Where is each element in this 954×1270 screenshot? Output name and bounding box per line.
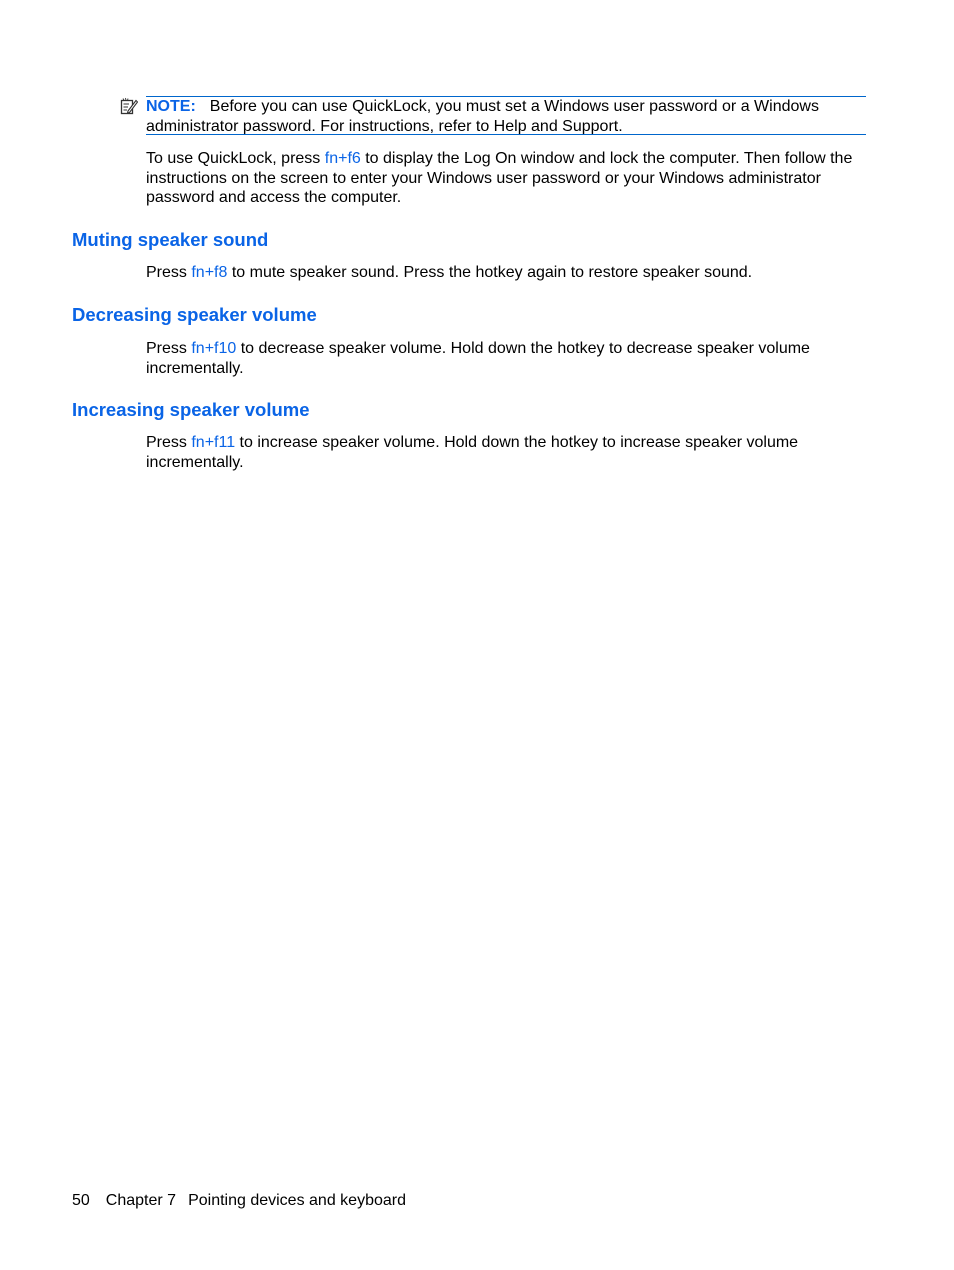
decreasing-paragraph: Press fn+f10 to decrease speaker volume.…: [146, 339, 866, 378]
note-text: NOTE: Before you can use QuickLock, you m…: [146, 97, 866, 137]
text: Press: [146, 264, 192, 281]
hotkey-link[interactable]: fn+f6: [325, 150, 361, 167]
hotkey-link[interactable]: fn+f10: [191, 340, 236, 357]
note-body: Before you can use QuickLock, you must s…: [146, 98, 819, 135]
text: To use QuickLock, press: [146, 150, 325, 167]
text: to mute speaker sound. Press the hotkey …: [227, 264, 753, 281]
section-heading-increasing: Increasing speaker volume: [72, 399, 310, 420]
text: Press: [146, 340, 192, 357]
page-number: 50: [72, 1192, 90, 1209]
hotkey-link[interactable]: fn+f11: [191, 434, 235, 451]
note-label: NOTE:: [146, 98, 196, 115]
text: to increase speaker volume. Hold down th…: [146, 434, 799, 471]
note-bottom-rule: [146, 134, 866, 135]
hotkey-link[interactable]: fn+f8: [191, 264, 227, 281]
quicklock-paragraph: To use QuickLock, press fn+f6 to display…: [146, 149, 866, 208]
text: to decrease speaker volume. Hold down th…: [146, 340, 810, 377]
section-heading-muting: Muting speaker sound: [72, 229, 269, 250]
text: Press: [146, 434, 192, 451]
page-footer: 50 Chapter 7 Pointing devices and keyboard: [72, 1192, 422, 1210]
muting-paragraph: Press fn+f8 to mute speaker sound. Press…: [146, 263, 866, 283]
section-heading-decreasing: Decreasing speaker volume: [72, 304, 317, 325]
note-icon: [120, 97, 138, 115]
chapter-title: Pointing devices and keyboard: [188, 1192, 406, 1209]
chapter-label: Chapter 7: [105, 1192, 177, 1209]
increasing-paragraph: Press fn+f11 to increase speaker volume.…: [146, 433, 866, 472]
